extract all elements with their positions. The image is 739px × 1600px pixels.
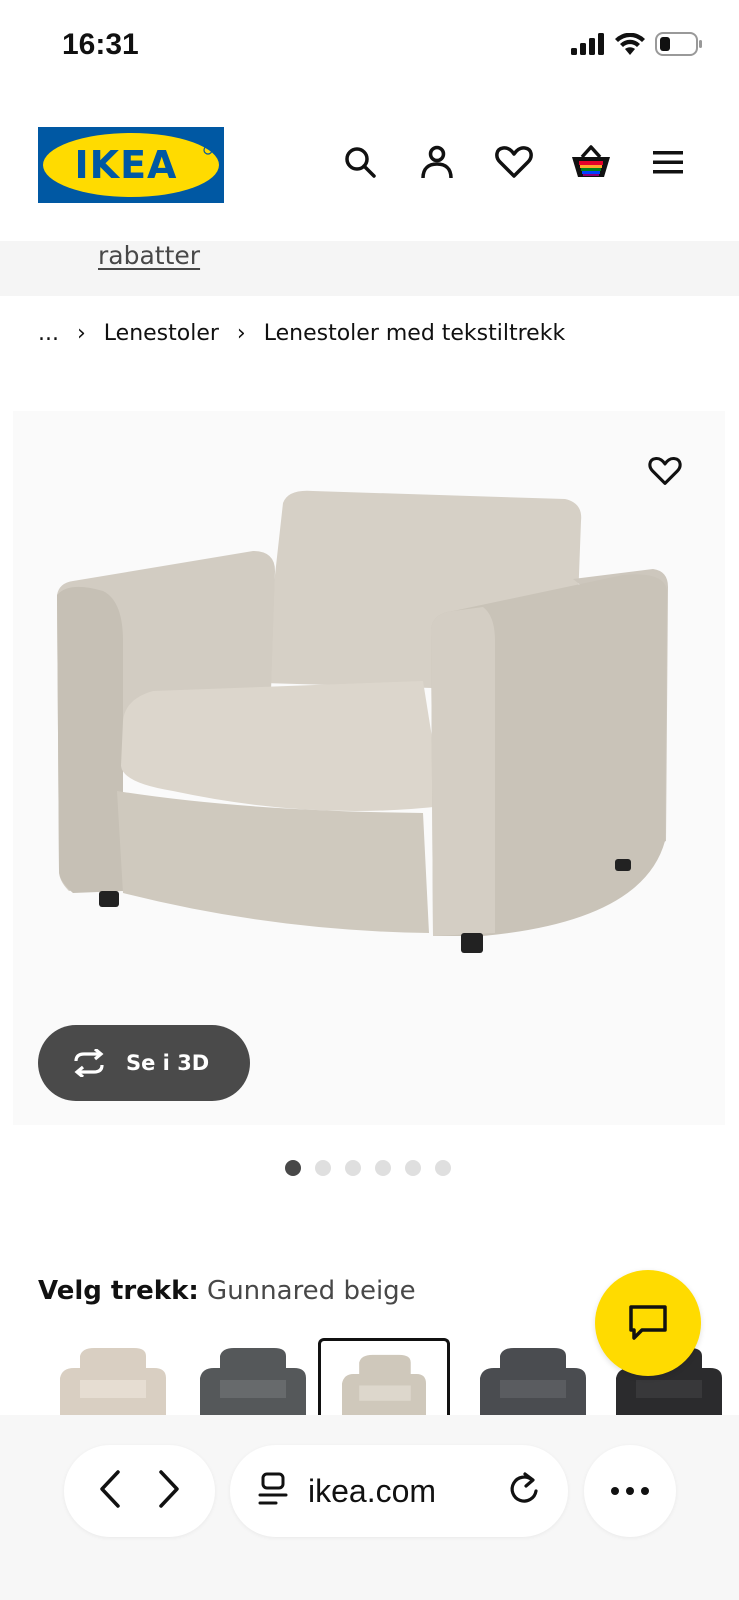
breadcrumb: ... › Lenestoler › Lenestoler med teksti… bbox=[38, 321, 565, 346]
view-3d-label: Se i 3D bbox=[126, 1051, 210, 1075]
status-bar: 16:31 bbox=[0, 0, 739, 96]
variant-label: Velg trekk: Gunnared beige bbox=[38, 1276, 416, 1306]
search-icon[interactable] bbox=[338, 140, 382, 184]
carousel-dot[interactable] bbox=[375, 1160, 391, 1176]
menu-icon[interactable] bbox=[646, 140, 690, 184]
promo-strip: rabatter bbox=[0, 241, 739, 296]
carousel-dot[interactable] bbox=[405, 1160, 421, 1176]
chat-button[interactable] bbox=[595, 1270, 701, 1376]
forward-icon[interactable] bbox=[156, 1469, 182, 1513]
product-image-carousel[interactable]: Se i 3D bbox=[13, 411, 725, 1125]
browser-nav-pill bbox=[64, 1445, 215, 1537]
carousel-dot[interactable] bbox=[315, 1160, 331, 1176]
swatch-gunnared-beige-selected[interactable] bbox=[318, 1338, 450, 1415]
more-options-button[interactable] bbox=[584, 1445, 676, 1537]
account-icon[interactable] bbox=[415, 140, 459, 184]
battery-icon bbox=[655, 32, 703, 60]
rotate-3d-icon bbox=[74, 1049, 104, 1077]
swatch-beige-light[interactable] bbox=[48, 1338, 180, 1415]
basket-icon[interactable] bbox=[569, 140, 613, 184]
variant-label-title: Velg trekk: bbox=[38, 1276, 199, 1306]
url-text: ikea.com bbox=[308, 1472, 437, 1509]
view-3d-button[interactable]: Se i 3D bbox=[38, 1025, 250, 1101]
more-dots-icon bbox=[611, 1487, 649, 1495]
heart-icon bbox=[648, 456, 682, 485]
armchair-image bbox=[57, 490, 668, 953]
swatch-dark-grey[interactable] bbox=[188, 1338, 320, 1415]
address-bar[interactable]: ikea.com bbox=[230, 1445, 568, 1537]
swatch-charcoal[interactable] bbox=[468, 1338, 600, 1415]
heart-icon[interactable] bbox=[492, 140, 536, 184]
signal-icon bbox=[571, 33, 605, 59]
browser-toolbar: ikea.com bbox=[0, 1415, 739, 1600]
carousel-dot[interactable] bbox=[435, 1160, 451, 1176]
svg-text:IKEA: IKEA bbox=[75, 143, 178, 187]
site-header: IKEA bbox=[0, 96, 739, 241]
variant-value: Gunnared beige bbox=[207, 1276, 416, 1306]
breadcrumb-ellipsis[interactable]: ... bbox=[38, 321, 59, 346]
wifi-icon bbox=[615, 32, 645, 59]
chevron-right-icon: › bbox=[236, 321, 246, 346]
breadcrumb-item[interactable]: Lenestoler med tekstiltrekk bbox=[264, 321, 565, 346]
back-icon[interactable] bbox=[97, 1469, 123, 1513]
reload-icon[interactable] bbox=[508, 1472, 540, 1510]
carousel-dots bbox=[285, 1160, 451, 1176]
status-icons bbox=[571, 32, 703, 60]
carousel-dot[interactable] bbox=[345, 1160, 361, 1176]
chevron-right-icon: › bbox=[76, 321, 86, 346]
promo-link[interactable]: rabatter bbox=[98, 241, 200, 270]
carousel-dot[interactable] bbox=[285, 1160, 301, 1176]
page-menu-icon[interactable] bbox=[258, 1472, 288, 1510]
ikea-logo[interactable]: IKEA bbox=[38, 127, 224, 203]
chat-icon bbox=[629, 1305, 667, 1340]
breadcrumb-item[interactable]: Lenestoler bbox=[104, 321, 219, 346]
favorite-button[interactable] bbox=[633, 439, 697, 503]
status-time: 16:31 bbox=[62, 28, 139, 61]
